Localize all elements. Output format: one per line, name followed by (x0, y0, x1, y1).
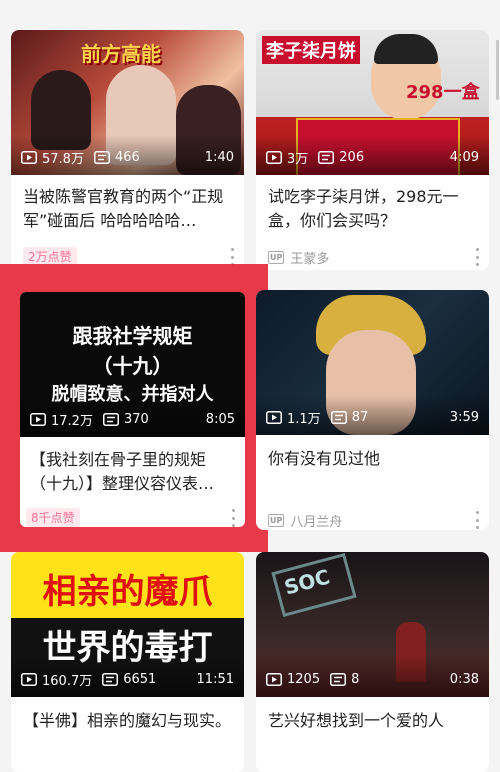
danmaku-count: 370 (123, 411, 149, 427)
play-icon (21, 150, 37, 164)
danmaku-icon (93, 150, 110, 164)
video-card[interactable]: 1.1万 87 3:59 你有没有见过他 UP 八月兰舟 (256, 290, 489, 530)
danmaku-count: 466 (114, 149, 140, 165)
video-title[interactable]: 【半佛】相亲的魔幻与现实。 (23, 709, 232, 733)
uploader[interactable]: UP 八月兰舟 (268, 510, 342, 530)
video-duration: 11:51 (196, 671, 234, 687)
video-card[interactable]: 跟我社学规矩 （十九） 脱帽致意、并指对人 17.2万 370 8:05 【我社… (20, 292, 245, 527)
view-count: 160.7万 (42, 673, 93, 689)
view-count: 1205 (287, 671, 321, 687)
video-card[interactable]: 相亲的魔爪 世界的毒打 160.7万 6651 11:51 【半佛】相亲的魔幻与… (11, 552, 244, 772)
danmaku-count: 206 (339, 149, 365, 165)
uploader-name: 八月兰舟 (290, 514, 343, 530)
video-duration: 4:09 (449, 149, 479, 165)
video-title[interactable]: 你有没有见过他 (268, 447, 477, 471)
more-options-icon[interactable] (231, 509, 235, 527)
view-count: 3万 (287, 151, 309, 167)
more-options-icon[interactable] (475, 248, 479, 266)
like-badge: 8千点赞 (26, 508, 80, 527)
uploader[interactable]: UP 王蒙多 (268, 247, 329, 267)
video-stats: 160.7万 6651 11:51 (21, 669, 234, 689)
thumbnail-caption: 李子柒月饼 (262, 36, 360, 64)
thumbnail-price: 298一盒 (406, 82, 480, 103)
danmaku-icon (102, 672, 119, 686)
video-card[interactable]: 李子柒月饼 298一盒 3万 206 4:09 试吃李子柒月饼，298元一盒，你… (256, 30, 489, 270)
video-title[interactable]: 当被陈警官教育的两个“正规军”碰面后 哈哈哈哈哈… (23, 185, 232, 233)
scrollbar[interactable] (496, 40, 499, 100)
video-card[interactable]: SOC 1205 8 0:38 艺兴好想找到一个爱的人 (256, 552, 489, 772)
video-thumbnail[interactable]: 跟我社学规矩 （十九） 脱帽致意、并指对人 17.2万 370 8:05 (20, 292, 245, 437)
up-icon: UP (268, 250, 285, 264)
video-title[interactable]: 【我社刻在骨子里的规矩（十九）】整理仪容仪表… (30, 448, 235, 496)
video-stats: 17.2万 370 8:05 (30, 409, 235, 429)
up-icon: UP (268, 513, 285, 527)
video-duration: 3:59 (449, 409, 479, 425)
danmaku-icon (318, 150, 335, 164)
video-duration: 0:38 (449, 671, 479, 687)
video-thumbnail[interactable]: SOC 1205 8 0:38 (256, 552, 489, 697)
danmaku-icon (102, 412, 119, 426)
video-thumbnail[interactable]: 相亲的魔爪 世界的毒打 160.7万 6651 11:51 (11, 552, 244, 697)
play-icon (266, 410, 282, 424)
play-icon (30, 412, 46, 426)
thumbnail-line-2: （十九） (92, 354, 173, 378)
play-icon (266, 150, 282, 164)
danmaku-icon (330, 410, 347, 424)
video-title[interactable]: 艺兴好想找到一个爱的人 (268, 709, 477, 733)
video-stats: 3万 206 4:09 (266, 147, 479, 167)
video-stats: 1.1万 87 3:59 (266, 407, 479, 427)
video-stats: 57.8万 466 1:40 (21, 147, 234, 167)
play-icon (266, 672, 282, 686)
video-duration: 8:05 (205, 411, 235, 427)
danmaku-count: 8 (351, 671, 360, 687)
video-card[interactable]: 前方高能 57.8万 466 1:40 当被陈警官教育的两个“正规军”碰面后 哈… (11, 30, 244, 270)
view-count: 57.8万 (42, 151, 84, 167)
danmaku-icon (330, 672, 347, 686)
video-thumbnail[interactable]: 前方高能 57.8万 466 1:40 (11, 30, 244, 175)
uploader-name: 王蒙多 (290, 251, 330, 267)
view-count: 17.2万 (51, 413, 93, 429)
video-title[interactable]: 试吃李子柒月饼，298元一盒，你们会买吗？ (268, 185, 477, 233)
thumbnail-line-1: 相亲的魔爪 (42, 572, 213, 612)
video-stats: 1205 8 0:38 (266, 669, 479, 689)
more-options-icon[interactable] (475, 511, 479, 529)
play-icon (21, 672, 37, 686)
video-thumbnail[interactable]: 李子柒月饼 298一盒 3万 206 4:09 (256, 30, 489, 175)
video-thumbnail[interactable]: 1.1万 87 3:59 (256, 290, 489, 435)
thumbnail-line-1: 跟我社学规矩 (72, 324, 193, 348)
video-duration: 1:40 (204, 149, 234, 165)
danmaku-count: 87 (351, 409, 369, 425)
danmaku-count: 6651 (123, 671, 157, 687)
view-count: 1.1万 (287, 411, 321, 427)
thumbnail-caption: 前方高能 (81, 42, 161, 66)
